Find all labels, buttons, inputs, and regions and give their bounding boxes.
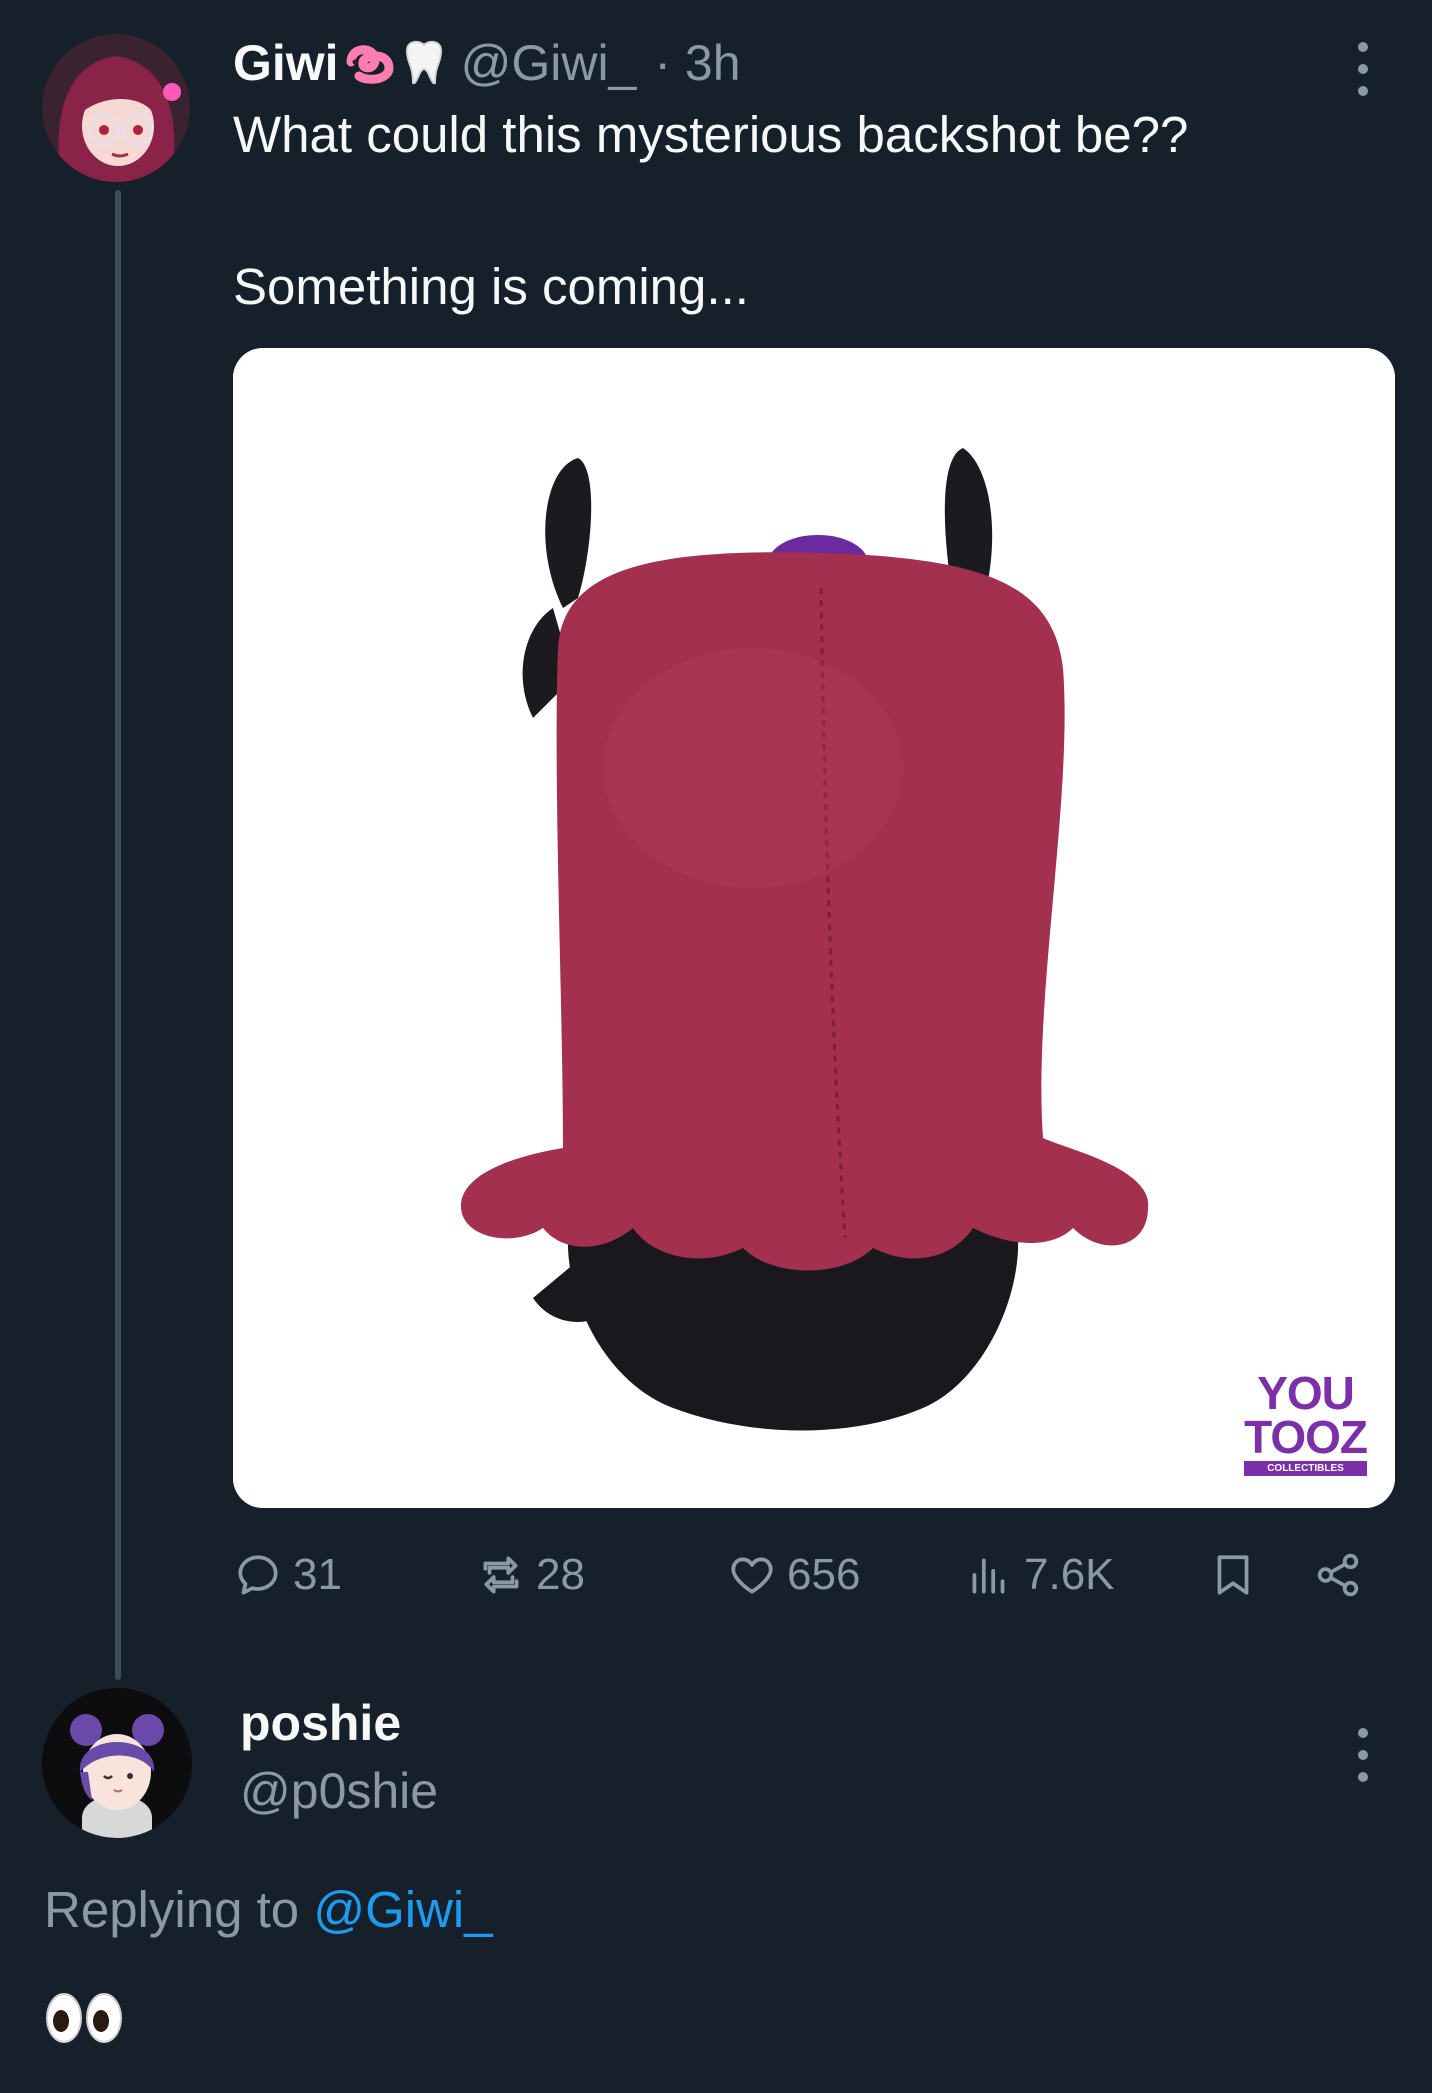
retweet-count: 28	[536, 1550, 585, 1599]
more-dot-icon	[1358, 64, 1368, 74]
heart-icon	[731, 1557, 773, 1594]
like-count: 656	[787, 1550, 861, 1599]
thread-line	[115, 190, 121, 1680]
more-dot-icon	[1358, 42, 1368, 52]
share-button[interactable]	[1313, 1550, 1363, 1600]
worm-emoji-icon	[345, 40, 397, 86]
tweet-text-line-2: Something is coming...	[233, 258, 749, 315]
tweet-time[interactable]: · 3h	[654, 34, 740, 92]
tooth-emoji-icon	[403, 39, 445, 87]
reply-content: 👀	[44, 1988, 124, 2048]
more-dot-icon	[1358, 1728, 1368, 1738]
tweet-more-button[interactable]	[1358, 42, 1368, 96]
bookmark-icon	[1217, 1555, 1249, 1595]
replying-to-link[interactable]: @Giwi_	[313, 1881, 492, 1938]
author-handle[interactable]: @Giwi_	[461, 34, 637, 92]
giwi-avatar-art	[42, 34, 190, 182]
bookmark-button[interactable]	[1208, 1550, 1258, 1600]
like-button[interactable]: 656	[727, 1550, 860, 1600]
reply-count: 31	[293, 1550, 342, 1599]
poshie-avatar-art	[42, 1688, 192, 1838]
replying-to-label: Replying to	[44, 1881, 300, 1938]
share-icon	[1317, 1553, 1359, 1597]
logo-line-3: COLLECTIBLES	[1244, 1461, 1367, 1476]
more-dot-icon	[1358, 86, 1368, 96]
tweet-header: Giwi @Giwi_ · 3h	[233, 34, 741, 92]
retweet-button[interactable]: 28	[476, 1550, 585, 1600]
tweet-text-line-1: What could this mysterious backshot be??	[233, 106, 1189, 163]
views-chart-icon	[972, 1558, 1005, 1594]
retweet-icon	[483, 1556, 519, 1594]
reply-more-button[interactable]	[1358, 1728, 1368, 1782]
reply-button[interactable]: 31	[233, 1550, 342, 1600]
replying-to-line: Replying to @Giwi_	[44, 1880, 493, 1939]
more-dot-icon	[1358, 1772, 1368, 1782]
logo-line-2: TOOZ	[1244, 1411, 1368, 1463]
giwi-avatar[interactable]	[42, 34, 190, 182]
poshie-avatar[interactable]	[42, 1688, 192, 1838]
author-name[interactable]: Giwi	[233, 34, 339, 92]
more-dot-icon	[1358, 1750, 1368, 1760]
logo-line-1: YOU	[1257, 1367, 1355, 1419]
reply-author-name[interactable]: poshie	[240, 1694, 401, 1752]
views-button[interactable]: 7.6K	[964, 1550, 1115, 1600]
youtooz-logo: YOU TOOZ COLLECTIBLES	[1244, 1367, 1368, 1476]
reply-icon	[238, 1555, 278, 1595]
tweet-media-image[interactable]: YOU TOOZ COLLECTIBLES	[233, 348, 1395, 1508]
view-count: 7.6K	[1024, 1550, 1115, 1599]
plush-back-image	[233, 348, 1395, 1508]
reply-author-handle[interactable]: @p0shie	[240, 1762, 438, 1820]
